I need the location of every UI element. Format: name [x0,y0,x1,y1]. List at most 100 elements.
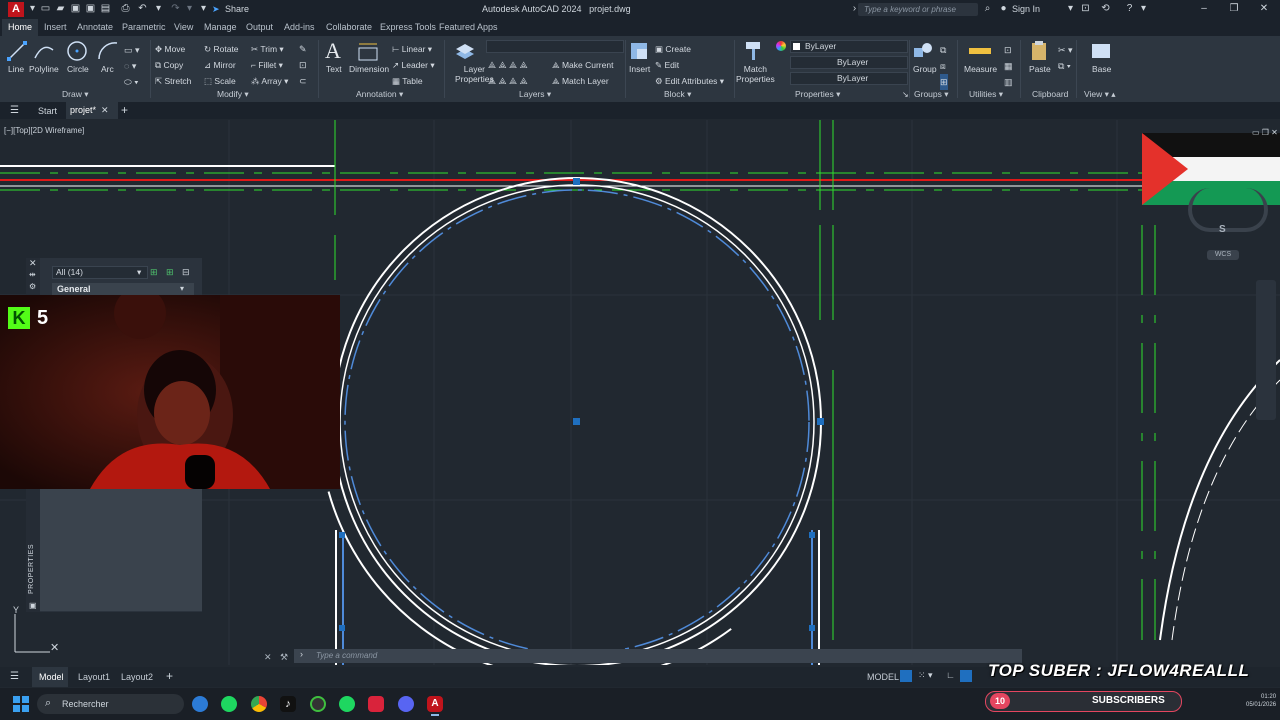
tab-annotate[interactable]: Annotate [77,22,113,32]
new-tab-icon[interactable]: + [121,103,128,117]
palette-settings-icon[interactable]: ⚙ [29,282,36,291]
tiktok-icon[interactable]: ♪ [280,696,296,712]
layout-menu-icon[interactable]: ☰ [10,671,19,682]
array-button[interactable]: ⁂ Array ▾ [251,73,288,89]
discord-icon[interactable] [398,696,414,712]
move-button[interactable]: ✥ Move [155,41,191,57]
selection-filter-dropdown[interactable]: All (14) ▾ [52,266,148,279]
tab-model[interactable]: Model [32,667,68,687]
tab-output[interactable]: Output [246,22,273,32]
tab-express-tools[interactable]: Express Tools [380,22,436,32]
base-view-icon[interactable] [1090,40,1112,62]
scale-button[interactable]: ⬚ Scale [204,73,239,89]
tab-view[interactable]: View [174,22,193,32]
layer-iso-icons[interactable]: ⟁ ⟁ ⟁ ⟁ [488,73,528,89]
plot-icon[interactable]: ⎙ [120,3,131,14]
circle-icon[interactable] [66,40,88,62]
undo-icon[interactable]: ↶ [137,3,148,14]
viewport-controls[interactable]: [−][Top][2D Wireframe] [4,126,84,135]
color-wheel-icon[interactable] [776,41,786,51]
taskbar-search-input[interactable]: ⌕ Rechercher [37,694,184,714]
rectangle-icon[interactable]: ▭ ▾ [124,42,140,58]
calculator-icon[interactable]: ▦ [1004,58,1013,74]
polyline-label[interactable]: Polyline [29,64,59,74]
match-properties-label[interactable]: Match Properties [736,64,775,84]
command-input[interactable]: › Type a command [294,649,1022,663]
id-point-icon[interactable]: ▥ [1004,74,1013,90]
tab-insert[interactable]: Insert [44,22,67,32]
insert-block-icon[interactable] [628,40,650,62]
linear-button[interactable]: ⊢ Linear ▾ [392,41,435,57]
wcs-menu[interactable]: WCS [1207,250,1239,260]
group-edit-icon[interactable]: ⧈ [940,58,948,74]
close-tab-icon[interactable]: ✕ [101,105,109,116]
save-web-icon[interactable]: ▤ [100,3,111,14]
layer-properties-icon[interactable] [454,40,476,62]
copy-button[interactable]: ⧉ Copy [155,57,191,73]
line-label[interactable]: Line [8,64,24,74]
base-label[interactable]: Base [1092,64,1111,74]
windows-start-icon[interactable] [13,696,29,712]
edit-block-button[interactable]: ✎ Edit [655,57,724,73]
sharing-icon[interactable]: ⟲ [1100,3,1111,14]
sign-in-button[interactable]: Sign In [1012,4,1040,14]
model-space-button[interactable]: MODEL [867,672,899,682]
palette-autohide-icon[interactable]: ⇹ [29,270,36,279]
polar-toggle-icon[interactable] [960,670,972,682]
create-block-button[interactable]: ▣ Create [655,41,724,57]
close-button[interactable]: ✕ [1256,3,1272,15]
text-icon[interactable]: A [325,38,341,64]
autodesk-app-store-icon[interactable]: ⊡ [1080,3,1091,14]
tab-featured-apps[interactable]: Featured Apps [439,22,498,32]
tab-layout1[interactable]: Layout1 [78,672,110,682]
autocad-taskbar-icon[interactable]: A [427,696,443,712]
match-layer-button[interactable]: ⟁ Match Layer [552,73,613,89]
clipboard-panel-label[interactable]: Clipboard [1032,89,1068,99]
fillet-button[interactable]: ⌐ Fillet ▾ [251,57,288,73]
customize-chevron-icon[interactable]: ▾ [198,3,209,14]
select-objects-icon[interactable]: ⊞ [166,267,174,278]
leader-button[interactable]: ↗ Leader ▾ [392,57,435,73]
arc-label[interactable]: Arc [101,64,114,74]
layers-panel-label[interactable]: Layers ▾ [519,89,551,100]
utilities-panel-label[interactable]: Utilities ▾ [969,89,1003,100]
modify-panel-label[interactable]: Modify ▾ [217,89,249,100]
save-as-icon[interactable]: ▣ [85,3,96,14]
explode-icon[interactable]: ⊡ [299,57,307,73]
tab-collaborate[interactable]: Collaborate [326,22,372,32]
ungroup-icon[interactable]: ⧉ [940,42,948,58]
offset-icon[interactable]: ⊂ [299,73,307,89]
hatch-icon[interactable]: ◌ ▾ [124,58,140,74]
help-icon[interactable]: ? [1124,3,1135,14]
toggle-pickadd-icon[interactable]: ⊞ [150,267,158,278]
stretch-button[interactable]: ⇱ Stretch [155,73,191,89]
user-icon[interactable]: ● [998,3,1009,14]
paste-label[interactable]: Paste [1029,64,1051,74]
minimize-button[interactable]: – [1196,3,1212,15]
tab-add-ins[interactable]: Add-ins [284,22,315,32]
color-dropdown[interactable]: ByLayer [790,40,908,53]
arc-icon[interactable] [97,40,119,62]
autocad-logo-icon[interactable]: A [8,2,24,17]
general-section-header[interactable]: General ▾ [52,283,194,295]
obs-icon[interactable] [310,696,326,712]
viewcube-south[interactable]: S [1219,224,1226,235]
block-panel-label[interactable]: Block ▾ [664,89,691,100]
spotify-icon[interactable] [221,696,237,712]
ellipse-icon[interactable]: ⬭ ▾ [124,74,140,90]
chrome-icon[interactable] [251,696,267,712]
redo-icon[interactable]: ↷ [170,3,181,14]
tab-layout2[interactable]: Layout2 [121,672,153,682]
lineweight-dropdown[interactable]: ByLayer [790,72,908,85]
draw-panel-label[interactable]: Draw ▾ [62,89,88,100]
help-search-input[interactable]: Type a keyword or phrase [858,3,978,16]
new-file-icon[interactable]: ▭ [40,3,51,14]
snap-toggle-icon[interactable]: ⁙ ▾ [918,670,933,681]
command-customize-icon[interactable]: ⚒ [280,652,288,663]
quick-select-icon[interactable]: ⊟ [182,267,190,278]
text-label[interactable]: Text [326,64,342,74]
properties-panel-label[interactable]: Properties ▾ [795,89,840,100]
group-label[interactable]: Group [913,64,937,74]
tab-projet[interactable]: projet* [66,102,119,119]
paste-icon[interactable] [1028,40,1050,62]
